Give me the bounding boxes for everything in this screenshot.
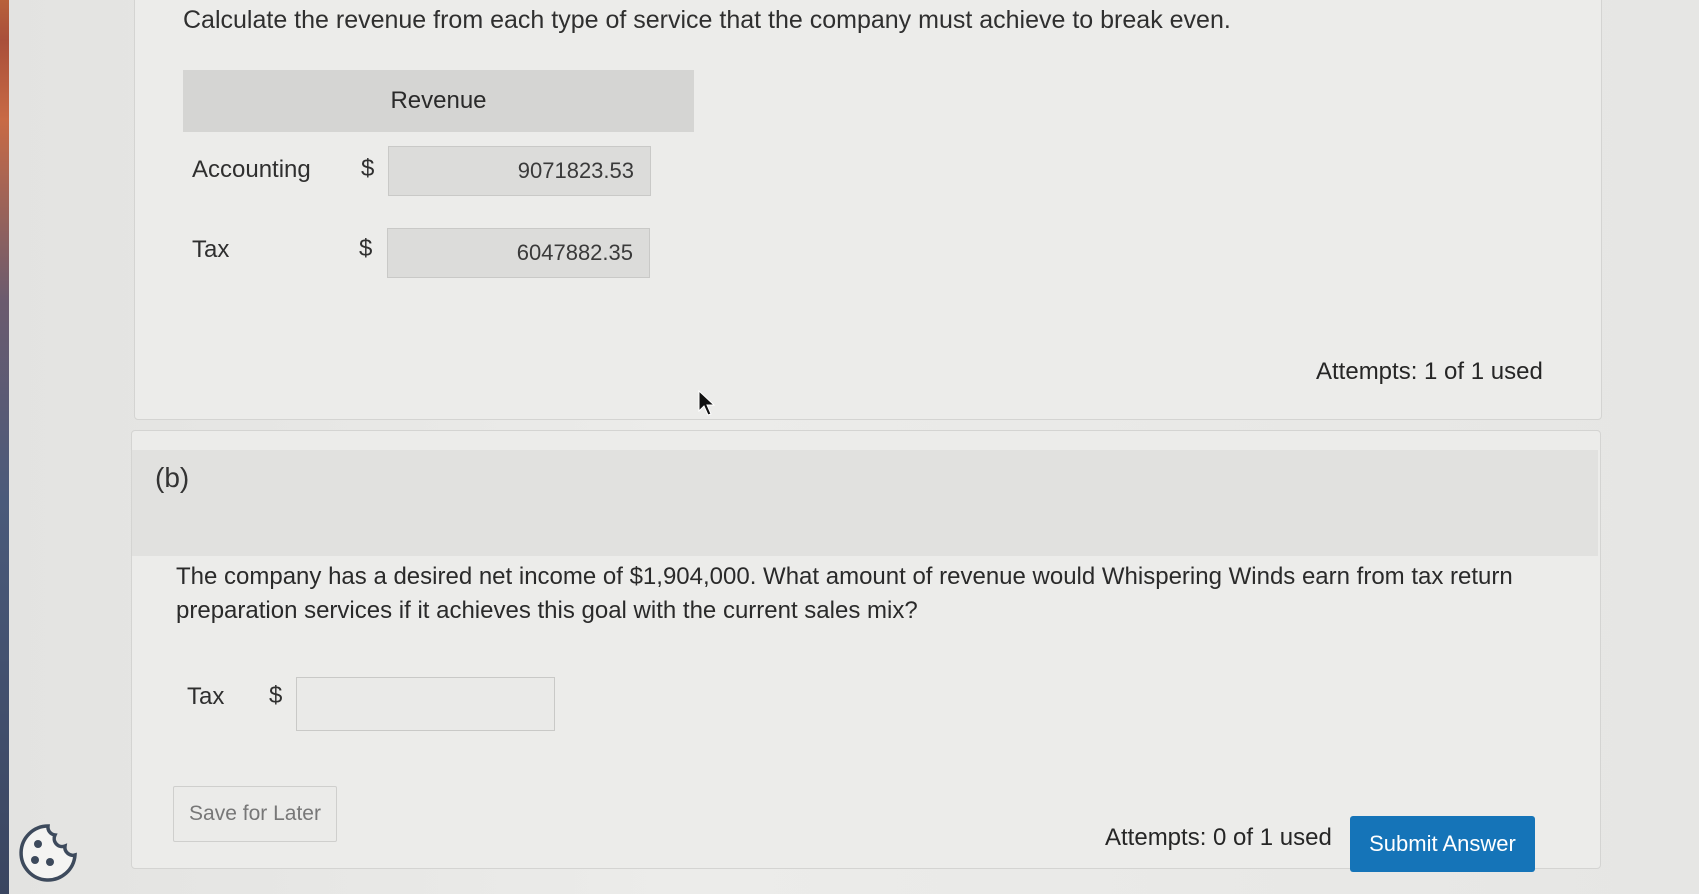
- cookie-settings-icon[interactable]: [17, 822, 79, 884]
- accounting-row-label: Accounting: [192, 156, 311, 183]
- part-a-attempts: Attempts: 1 of 1 used: [1316, 358, 1543, 385]
- part-a-card: [134, 0, 1602, 420]
- tax-input-currency-symbol: $: [269, 682, 283, 709]
- mouse-pointer-icon: [698, 390, 716, 416]
- part-b-header: [132, 450, 1598, 556]
- tax-input-label: Tax: [187, 683, 225, 710]
- background-window-strip: [0, 0, 9, 894]
- part-b-label: (b): [155, 462, 190, 493]
- accounting-currency-symbol: $: [361, 155, 375, 182]
- tax-row-label: Tax: [192, 236, 230, 263]
- tax-currency-symbol: $: [359, 235, 373, 262]
- submit-answer-button[interactable]: Submit Answer: [1350, 816, 1535, 872]
- part-a-question: Calculate the revenue from each type of …: [183, 6, 1231, 34]
- part-b-attempts: Attempts: 0 of 1 used: [1105, 824, 1332, 851]
- part-b-question: The company has a desired net income of …: [176, 563, 1513, 624]
- tax-revenue-field: 6047882.35: [387, 228, 650, 278]
- accounting-revenue-field: 9071823.53: [388, 146, 651, 196]
- tax-revenue-input[interactable]: [296, 677, 555, 731]
- revenue-column-header: Revenue: [183, 70, 694, 132]
- save-for-later-button[interactable]: Save for Later: [173, 786, 337, 842]
